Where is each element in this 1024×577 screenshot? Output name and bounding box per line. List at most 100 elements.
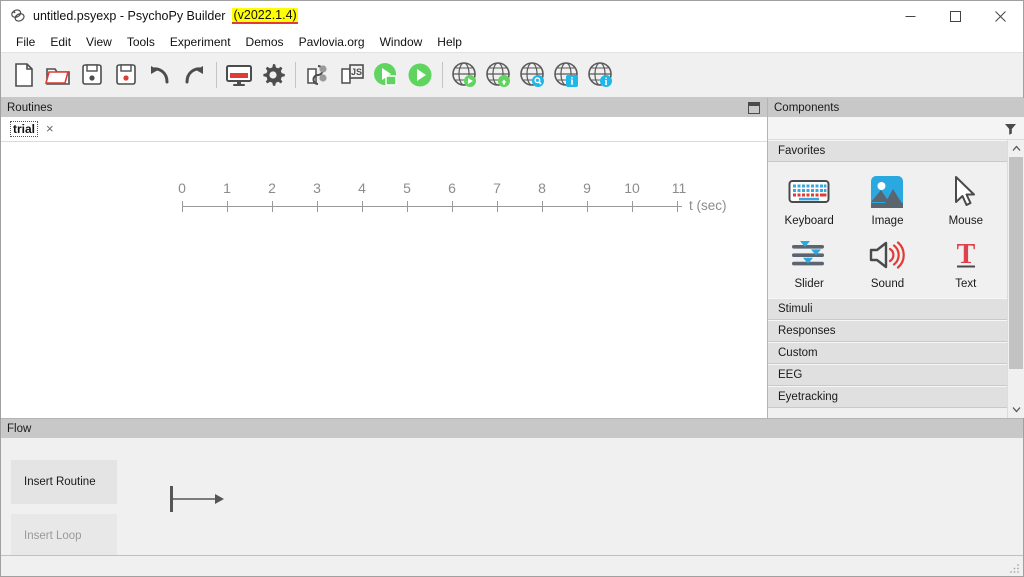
component-label: Mouse: [948, 215, 984, 227]
svg-text:i: i: [605, 77, 608, 88]
components-filter-row: [768, 117, 1024, 140]
timeline-tick-label: 3: [313, 180, 321, 196]
components-scrollbar[interactable]: [1007, 140, 1024, 418]
flow-canvas[interactable]: Insert Routine Insert Loop: [1, 438, 1023, 558]
save-as-disk-icon[interactable]: [109, 57, 143, 93]
gear-icon[interactable]: [256, 57, 290, 93]
version-badge: (v2022.1.4): [232, 8, 298, 24]
timeline-tick: [407, 201, 408, 212]
scrollbar-track[interactable]: [1008, 157, 1024, 401]
category-eyetracking[interactable]: Eyetracking: [768, 386, 1007, 408]
timeline-tick-label: 5: [403, 180, 411, 196]
undo-arrow-icon[interactable]: [143, 57, 177, 93]
routine-tab-label: trial: [10, 121, 39, 137]
timeline-tick: [182, 201, 183, 212]
scrollbar-thumb[interactable]: [1009, 157, 1023, 369]
globe-info-icon[interactable]: i: [584, 57, 618, 93]
routine-canvas[interactable]: 0 1 2 3 4 5 6 7 8 9 10 11 t (sec): [1, 142, 767, 418]
timeline-tick-label: 11: [671, 180, 687, 196]
run-green-play-icon[interactable]: [369, 57, 403, 93]
flow-pane-title: Flow: [7, 422, 32, 435]
component-label: Slider: [794, 278, 824, 290]
category-stimuli[interactable]: Stimuli: [768, 298, 1007, 320]
menu-view[interactable]: View: [79, 33, 120, 51]
menu-experiment[interactable]: Experiment: [163, 33, 239, 51]
component-label: Image: [871, 215, 904, 227]
menu-pavlovia[interactable]: Pavlovia.org: [292, 33, 373, 51]
timeline-tick: [497, 201, 498, 212]
python-script-icon[interactable]: [301, 57, 335, 93]
speaker-icon: [865, 235, 909, 275]
mouse-cursor-icon: [944, 172, 988, 212]
category-custom[interactable]: Custom: [768, 342, 1007, 364]
timeline-tick: [452, 201, 453, 212]
components-pane: Components Favorites Keyboard Image Mous…: [768, 98, 1024, 418]
title-bar: untitled.psyexp - PsychoPy Builder (v202…: [1, 1, 1023, 31]
new-document-icon[interactable]: [7, 57, 41, 93]
component-keyboard[interactable]: Keyboard: [770, 170, 848, 229]
component-mouse[interactable]: Mouse: [927, 170, 1005, 229]
timeline-labels: 0 1 2 3 4 5 6 7 8 9 10 11: [171, 180, 731, 200]
routine-tab-trial[interactable]: trial ×: [7, 120, 57, 138]
component-sound[interactable]: Sound: [848, 233, 926, 292]
psychopy-builder-window: untitled.psyexp - PsychoPy Builder (v202…: [0, 0, 1024, 577]
globe-play-icon[interactable]: [448, 57, 482, 93]
keyboard-icon: [787, 172, 831, 212]
save-disk-icon[interactable]: [75, 57, 109, 93]
flow-pane: Flow Insert Routine Insert Loop: [1, 418, 1023, 558]
globe-search-icon[interactable]: [516, 57, 550, 93]
toolbar-separator-2: [295, 62, 296, 88]
timeline-tick: [632, 201, 633, 212]
js-script-icon[interactable]: JS: [335, 57, 369, 93]
close-button[interactable]: [978, 1, 1023, 31]
close-icon[interactable]: ×: [46, 122, 54, 135]
open-folder-icon[interactable]: [41, 57, 75, 93]
menu-window[interactable]: Window: [373, 33, 431, 51]
globe-user-icon[interactable]: i: [550, 57, 584, 93]
routines-pane-header: Routines: [1, 98, 767, 117]
minimize-button[interactable]: [888, 1, 933, 31]
menu-file[interactable]: File: [9, 33, 43, 51]
timeline-tick: [227, 201, 228, 212]
timeline-tick-label: 9: [583, 180, 591, 196]
timeline-tick: [587, 201, 588, 212]
slider-icon: [787, 235, 831, 275]
chevron-up-icon[interactable]: [1008, 140, 1024, 157]
component-slider[interactable]: Slider: [770, 233, 848, 292]
timeline-tick-label: 8: [538, 180, 546, 196]
resize-grip-icon[interactable]: [1009, 562, 1021, 574]
globe-sync-icon[interactable]: [482, 57, 516, 93]
panel-dock-icon[interactable]: [747, 101, 761, 115]
monitor-icon[interactable]: [222, 57, 256, 93]
menu-tools[interactable]: Tools: [120, 33, 163, 51]
components-body: Favorites Keyboard Image Mouse Slider So…: [768, 140, 1024, 418]
menu-demos[interactable]: Demos: [239, 33, 292, 51]
component-image[interactable]: Image: [848, 170, 926, 229]
flow-pane-header: Flow: [1, 419, 1023, 438]
psychopy-logo-icon: [10, 8, 26, 24]
menu-edit[interactable]: Edit: [43, 33, 79, 51]
toolbar-separator-3: [442, 62, 443, 88]
component-text[interactable]: T Text: [927, 233, 1005, 292]
routine-tabbar: trial ×: [1, 117, 767, 142]
play-green-circle-icon[interactable]: [403, 57, 437, 93]
redo-arrow-icon[interactable]: [177, 57, 211, 93]
svg-text:JS: JS: [351, 67, 362, 77]
menu-help[interactable]: Help: [430, 33, 470, 51]
svg-text:i: i: [570, 76, 573, 88]
image-icon: [865, 172, 909, 212]
category-responses[interactable]: Responses: [768, 320, 1007, 342]
filter-funnel-icon[interactable]: [1002, 120, 1018, 136]
main-toolbar: JS i i: [1, 53, 1023, 98]
main-content-area: Routines trial × 0 1 2 3 4 5 6 7 8 9 10 …: [1, 98, 1024, 418]
category-favorites[interactable]: Favorites: [768, 140, 1007, 162]
timeline-tick: [542, 201, 543, 212]
maximize-button[interactable]: [933, 1, 978, 31]
flow-arrow-icon[interactable]: [169, 484, 239, 518]
chevron-down-icon[interactable]: [1008, 401, 1024, 418]
text-t-icon: T: [944, 235, 988, 275]
component-label: Keyboard: [784, 215, 834, 227]
category-eeg[interactable]: EEG: [768, 364, 1007, 386]
timeline-tick-label: 7: [493, 180, 501, 196]
insert-routine-button[interactable]: Insert Routine: [11, 460, 117, 504]
